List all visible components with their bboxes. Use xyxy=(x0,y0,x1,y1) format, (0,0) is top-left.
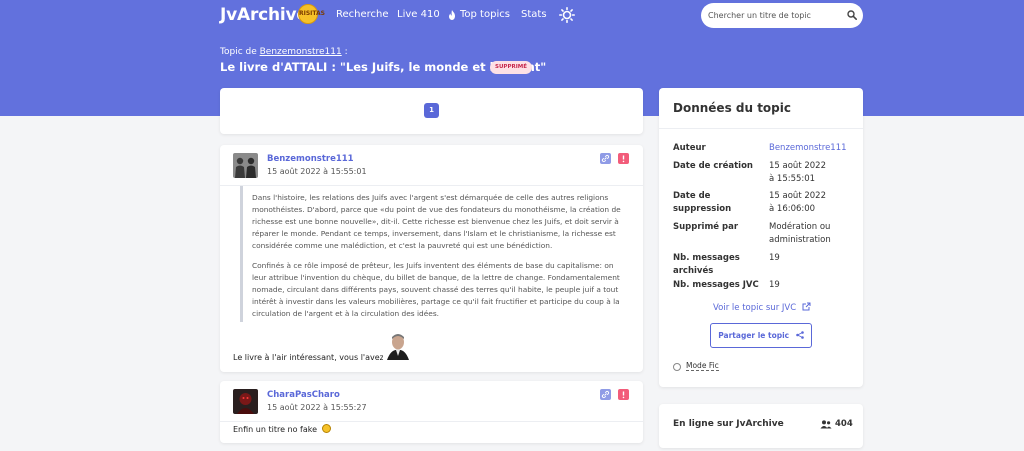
row-label-author: Auteur xyxy=(673,143,706,153)
permalink-button[interactable] xyxy=(600,389,611,400)
quote-paragraph: Dans l'histoire, les relations des Juifs… xyxy=(252,193,621,250)
avatar[interactable] xyxy=(233,153,258,178)
view-on-jvc-label: Voir le topic sur JVC xyxy=(713,303,797,313)
mode-fic-label[interactable]: Mode Fic xyxy=(686,361,719,371)
nav-stats-link[interactable]: Stats xyxy=(521,9,547,20)
flame-icon xyxy=(449,10,455,20)
exclamation-icon xyxy=(622,155,625,163)
quote-paragraph: Confinés à ce rôle imposé de prêteur, le… xyxy=(252,261,620,318)
top-navbar: JvArchive RISITAS Recherche Live 410 Top… xyxy=(0,0,1024,32)
row-label-deleted-by: Supprimé par xyxy=(673,222,739,232)
online-count: 404 xyxy=(835,419,853,429)
row-label-archived-count: Nb. messages archivés xyxy=(673,253,740,276)
crumb-prefix: Topic de xyxy=(220,47,257,57)
page-button-current[interactable]: 1 xyxy=(424,103,439,118)
row-value-jvc-count: 19 xyxy=(769,280,780,290)
nav-search-link[interactable]: Recherche xyxy=(336,9,389,20)
post-card: CharaPasCharo 15 août 2022 à 15:55:27 En… xyxy=(220,381,643,443)
status-badge: SUPPRIMÉ xyxy=(490,61,533,74)
row-value-archived-count: 19 xyxy=(769,253,780,263)
users-icon xyxy=(820,420,832,429)
online-panel: En ligne sur JvArchive 404 xyxy=(659,404,863,448)
post-quote: Dans l'histoire, les relations des Juifs… xyxy=(240,186,630,322)
report-button[interactable] xyxy=(618,153,629,164)
row-label-jvc-count: Nb. messages JVC xyxy=(673,280,759,290)
row-value-author-link[interactable]: Benzemonstre111 xyxy=(769,142,859,155)
sun-icon[interactable] xyxy=(559,7,575,23)
row-label-deleted: Date de suppression xyxy=(673,191,732,214)
report-button[interactable] xyxy=(618,389,629,400)
permalink-button[interactable] xyxy=(600,153,611,164)
topic-breadcrumb: Topic de Benzemonstre111 : xyxy=(220,47,348,57)
post-card: Benzemonstre111 15 août 2022 à 15:55:01 … xyxy=(220,145,643,372)
row-value-deleted-by: Modération ou administration xyxy=(769,222,831,245)
brand-logo[interactable]: JvArchive xyxy=(220,5,308,25)
nav-live-link[interactable]: Live 410 xyxy=(397,9,440,20)
topic-data-panel: Données du topic Auteur Benzemonstre111 … xyxy=(659,88,863,387)
divider xyxy=(659,128,863,129)
link-icon xyxy=(601,154,610,163)
row-value-created: 15 août 2022 à 15:55:01 xyxy=(769,161,826,184)
online-title: En ligne sur JvArchive xyxy=(673,419,784,429)
post-message: Le livre à l'air intéressant, vous l'ave… xyxy=(233,353,401,362)
pagination-card: 1 xyxy=(220,88,643,134)
share-topic-label: Partager le topic xyxy=(718,331,790,340)
search-input[interactable] xyxy=(708,7,843,24)
panel-title: Données du topic xyxy=(673,101,791,115)
post-author-link[interactable]: Benzemonstre111 xyxy=(267,154,354,164)
search-bar xyxy=(701,3,863,28)
post-image[interactable] xyxy=(383,332,411,360)
share-icon xyxy=(795,331,804,339)
exclamation-icon xyxy=(622,391,625,399)
share-topic-button[interactable]: Partager le topic xyxy=(710,323,812,348)
brand-badge-icon: RISITAS xyxy=(298,4,325,24)
divider xyxy=(220,421,643,422)
external-link-icon xyxy=(802,302,811,311)
post-message-text: Enfin un titre no fake xyxy=(233,425,318,434)
row-value-deleted: 15 août 2022 à 16:06:00 xyxy=(769,191,826,214)
nav-top-topics-link[interactable]: Top topics xyxy=(460,9,510,20)
post-date: 15 août 2022 à 15:55:27 xyxy=(267,403,367,412)
link-icon xyxy=(601,390,610,399)
post-message: Enfin un titre no fake xyxy=(233,424,331,434)
avatar[interactable] xyxy=(233,389,258,414)
post-author-link[interactable]: CharaPasCharo xyxy=(267,390,340,400)
smiley-icon xyxy=(321,424,331,433)
mode-fic-radio[interactable] xyxy=(673,363,681,371)
search-icon[interactable] xyxy=(847,10,857,20)
row-label-created: Date de création xyxy=(673,161,753,171)
view-on-jvc-link[interactable]: Voir le topic sur JVC xyxy=(713,302,811,313)
crumb-author-link[interactable]: Benzemonstre111 xyxy=(260,47,342,57)
post-date: 15 août 2022 à 15:55:01 xyxy=(267,167,367,176)
crumb-suffix: : xyxy=(344,47,348,57)
